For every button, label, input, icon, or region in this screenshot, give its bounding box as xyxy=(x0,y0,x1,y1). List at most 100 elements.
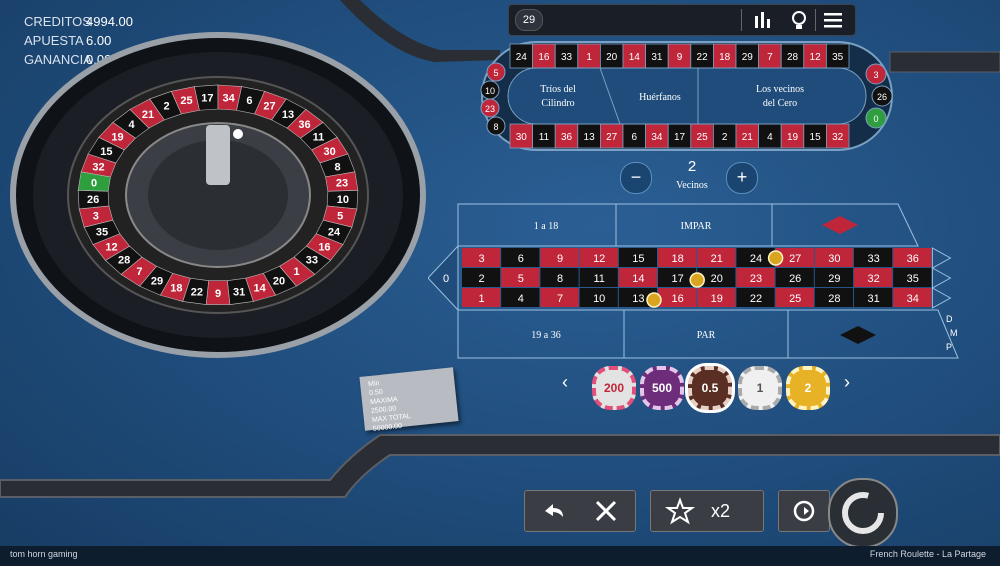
table-number: 8 xyxy=(557,273,563,285)
table-number: 33 xyxy=(867,253,879,265)
spin-button[interactable] xyxy=(828,478,898,548)
tiers-label-2: Cilindro xyxy=(541,98,574,109)
star-icon[interactable] xyxy=(655,491,705,531)
chip-0-5-selected[interactable]: 0.5 xyxy=(688,366,732,410)
chip-2[interactable]: 2 xyxy=(786,366,830,410)
bet-high[interactable]: 19 a 36 xyxy=(531,330,560,341)
wheel-number: 15 xyxy=(100,146,112,158)
table-number: 32 xyxy=(867,273,879,285)
racetrack-number: 6 xyxy=(632,132,638,143)
wheel-number: 7 xyxy=(136,266,142,278)
chip-200[interactable]: 200 xyxy=(592,366,636,410)
racetrack-number: 22 xyxy=(697,52,709,63)
racetrack-number: 19 xyxy=(787,132,799,143)
dozen-m[interactable]: M xyxy=(950,328,958,338)
table-number: 28 xyxy=(828,293,840,305)
neighbors-minus-button[interactable]: − xyxy=(620,162,652,194)
placed-chip[interactable] xyxy=(646,292,662,308)
racetrack-number: 11 xyxy=(539,132,550,143)
betting-table[interactable]: 0 1 a 18 IMPAR 3 6 9 12 15 18 21 24 27 30 33 362 5 8 1… xyxy=(428,202,988,362)
column-bet[interactable] xyxy=(931,247,952,269)
footer-bar: tom horn gaming French Roulette - La Par… xyxy=(0,546,1000,566)
table-number: 29 xyxy=(828,273,840,285)
table-number: 2 xyxy=(479,273,485,285)
chips-next-arrow[interactable]: › xyxy=(844,372,850,393)
table-number: 34 xyxy=(907,293,919,305)
table-number: 27 xyxy=(789,253,801,265)
racetrack-number: 31 xyxy=(651,52,663,63)
wheel-number: 16 xyxy=(318,241,330,253)
racetrack-number: 27 xyxy=(606,132,618,143)
table-number: 1 xyxy=(479,293,485,305)
double-bet-button[interactable]: x2 xyxy=(711,501,730,522)
column-bet[interactable] xyxy=(931,287,952,309)
zero-cell[interactable]: 0 xyxy=(443,273,449,285)
wheel-number: 31 xyxy=(233,287,245,299)
racetrack-number: 9 xyxy=(677,52,683,63)
racetrack-number: 25 xyxy=(697,132,709,143)
lightbulb-icon[interactable] xyxy=(787,8,811,32)
wheel-number: 13 xyxy=(282,109,294,121)
table-number: 31 xyxy=(867,293,879,305)
racetrack-number: 7 xyxy=(767,52,773,63)
bet-black-diamond[interactable] xyxy=(840,326,876,344)
chips-prev-arrow[interactable]: ‹ xyxy=(562,372,568,393)
game-title: French Roulette - La Partage xyxy=(869,549,986,559)
racetrack-number: 4 xyxy=(767,132,773,143)
table-number: 17 xyxy=(671,273,683,285)
racetrack-number: 24 xyxy=(516,52,528,63)
credits-label: CREDITOS xyxy=(24,14,91,29)
table-number: 4 xyxy=(518,293,524,305)
table-number: 13 xyxy=(632,293,644,305)
roulette-ball xyxy=(233,129,243,139)
wheel-number: 17 xyxy=(201,92,213,104)
racetrack-number: 15 xyxy=(810,132,822,143)
table-number: 23 xyxy=(750,273,762,285)
wheel-number: 9 xyxy=(215,288,221,300)
neighbors-plus-button[interactable]: + xyxy=(726,162,758,194)
placed-chip[interactable] xyxy=(767,250,784,266)
racetrack-number: 1 xyxy=(586,52,592,63)
table-number: 21 xyxy=(711,253,723,265)
statistics-icon[interactable] xyxy=(751,8,775,32)
chip-1[interactable]: 1 xyxy=(738,366,782,410)
racetrack-number: 32 xyxy=(832,132,844,143)
racetrack-number: 10 xyxy=(485,86,495,96)
last-result-badge: 29 xyxy=(515,9,543,31)
chip-500[interactable]: 500 xyxy=(640,366,684,410)
clear-bets-icon[interactable] xyxy=(581,491,631,531)
chip-selector: ‹ 200 500 0.5 1 2 › xyxy=(560,364,860,410)
wheel-number: 32 xyxy=(92,161,104,173)
table-number: 19 xyxy=(711,293,723,305)
undo-clear-group xyxy=(524,490,636,532)
table-number: 9 xyxy=(557,253,563,265)
dozen-d[interactable]: D xyxy=(946,314,953,324)
repeat-bet-icon[interactable] xyxy=(779,491,829,531)
wheel-number: 19 xyxy=(111,132,123,144)
bet-odd[interactable]: IMPAR xyxy=(681,221,712,232)
wheel-number: 26 xyxy=(87,194,99,206)
bet-low[interactable]: 1 a 18 xyxy=(534,221,558,232)
provider-brand: tom horn gaming xyxy=(10,549,78,559)
wheel-number: 24 xyxy=(328,227,341,239)
credits-value: 4994.00 xyxy=(86,14,133,29)
bet-even[interactable]: PAR xyxy=(697,330,716,341)
table-number: 36 xyxy=(907,253,919,265)
undo-icon[interactable] xyxy=(529,491,579,531)
bet-red-diamond[interactable] xyxy=(822,216,858,234)
racetrack[interactable]: 24 16 33 1 20 14 31 9 22 18 29 7 28 12 35 30 11 36 13 27 6 3… xyxy=(480,40,894,152)
racetrack-number: 34 xyxy=(651,132,663,143)
wheel-number: 20 xyxy=(273,276,285,288)
column-bet[interactable] xyxy=(931,267,952,289)
dozen-p[interactable]: P xyxy=(946,342,952,352)
favorites-double-group: x2 xyxy=(650,490,764,532)
racetrack-number: 3 xyxy=(873,70,878,80)
wheel-number: 23 xyxy=(336,178,348,190)
table-number: 3 xyxy=(479,253,485,265)
placed-chip[interactable] xyxy=(689,272,705,288)
wheel-number: 2 xyxy=(163,101,169,113)
table-number: 22 xyxy=(750,293,762,305)
wheel-number: 6 xyxy=(246,95,252,107)
racetrack-number: 2 xyxy=(722,132,728,143)
menu-icon[interactable] xyxy=(821,8,845,32)
